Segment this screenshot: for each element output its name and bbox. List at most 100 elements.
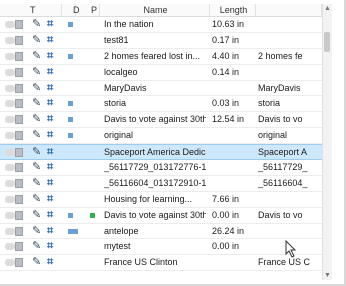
page-icon — [15, 83, 23, 93]
row-name: Davis to vote against 30th... — [104, 114, 206, 125]
row-length: 0.00 in — [212, 209, 240, 220]
row-length: 0.17 in — [212, 34, 240, 45]
row-type-icons: ✎ ⌗ — [3, 193, 63, 205]
col-header-p[interactable]: P — [76, 4, 100, 16]
col-header-length[interactable]: Length — [210, 4, 256, 16]
column-header: T D P Name Length — [0, 4, 330, 17]
row-length: 26.24 in — [212, 225, 245, 236]
vertical-scrollbar[interactable]: ▲ ▼ — [322, 4, 332, 280]
page-icon — [15, 35, 23, 45]
link-icon — [5, 36, 15, 44]
story-icon[interactable]: ✎ — [32, 82, 44, 94]
story-row[interactable]: ✎ ⌗ storia 0.03 in storia — [0, 96, 330, 113]
crop-icon[interactable]: ⌗ — [47, 209, 57, 221]
row-name: _56117729_013172776-1 — [104, 162, 206, 173]
link-icon — [5, 68, 15, 76]
story-icon[interactable]: ✎ — [32, 19, 44, 30]
story-row[interactable]: ✎⌗ Spaceport America Dedication Spaceport … — [0, 144, 330, 161]
crop-icon[interactable]: ⌗ — [47, 66, 57, 78]
crop-icon[interactable]: ⌗ — [47, 114, 57, 125]
link-icon — [5, 21, 15, 28]
page-icon — [15, 51, 23, 61]
col-header-name[interactable]: Name — [100, 4, 210, 16]
crop-icon[interactable]: ⌗ — [47, 177, 57, 189]
scroll-down-icon[interactable]: ▼ — [324, 272, 331, 279]
col-header-type[interactable]: T — [0, 4, 62, 16]
story-row[interactable]: ✎ ⌗ Davis to vote against 30th... 12.54 in D… — [0, 112, 330, 129]
link-icon — [5, 100, 15, 108]
story-row[interactable]: ✎ ⌗ 2 homes feared lost in... 4.40 in 2 home… — [0, 49, 330, 65]
scroll-thumb[interactable] — [324, 32, 330, 52]
story-row[interactable]: ✎ ⌗ _56117729_013172776-1 _56117729_ — [0, 160, 330, 176]
row-type-icons: ✎ ⌗ — [3, 241, 63, 252]
story-icon[interactable]: ✎ — [32, 162, 44, 173]
row-length — [212, 255, 258, 270]
row-name: storia — [104, 98, 127, 109]
col-header-d[interactable]: D — [62, 4, 80, 16]
crop-icon[interactable]: ⌗ — [47, 147, 57, 158]
story-icon[interactable]: ✎ — [32, 241, 44, 252]
crop-icon[interactable]: ⌗ — [47, 50, 57, 62]
row-extra: 2 homes fe — [258, 50, 303, 61]
page-icon — [15, 131, 23, 141]
story-row[interactable]: ✎ ⌗ antelope 26.24 in — [0, 224, 330, 240]
page-icon — [15, 99, 23, 109]
row-type-icons: ✎ ⌗ — [3, 130, 63, 141]
page-icon — [15, 163, 23, 173]
story-row[interactable]: ✎ ⌗ MaryDavis MaryDavis — [0, 81, 330, 97]
story-row[interactable]: ✎ ⌗ mytest 0.00 in — [0, 239, 330, 256]
story-icon[interactable]: ✎ — [32, 257, 44, 268]
story-row[interactable]: ✎ ⌗ original original — [0, 128, 330, 145]
crop-icon[interactable]: ⌗ — [47, 19, 57, 30]
row-name: _56116604_013172910-1 — [104, 177, 206, 188]
crop-icon[interactable]: ⌗ — [47, 162, 57, 173]
story-row[interactable]: ✎ ⌗ In the nation 10.63 in — [0, 17, 330, 33]
story-icon[interactable]: ✎ — [32, 225, 44, 237]
row-type-icons: ✎ ⌗ — [3, 66, 63, 78]
crop-icon[interactable]: ⌗ — [47, 82, 57, 94]
link-icon — [5, 84, 15, 92]
row-extra — [258, 192, 324, 207]
page-icon — [15, 148, 23, 158]
crop-icon[interactable]: ⌗ — [47, 34, 57, 46]
row-type-icons: ✎ ⌗ — [3, 209, 63, 221]
story-icon[interactable]: ✎ — [32, 130, 44, 141]
crop-icon[interactable]: ⌗ — [47, 130, 57, 141]
story-icon[interactable]: ✎ — [32, 98, 44, 109]
d-marker-icon — [68, 53, 73, 59]
row-length — [212, 160, 258, 175]
story-row[interactable]: ✎ ⌗ _56116604_013172910-1 _56116604_ — [0, 176, 330, 192]
scroll-up-icon[interactable]: ▲ — [324, 5, 331, 12]
row-extra: _56117729_ — [258, 162, 308, 173]
d-marker-icon — [73, 228, 78, 234]
story-row[interactable]: ✎ ⌗ localgeo 0.14 in — [0, 65, 330, 81]
story-row[interactable]: ✎ ⌗ Housing for learning... 7.66 in — [0, 192, 330, 208]
col-header-extra[interactable] — [256, 4, 322, 16]
crop-icon[interactable]: ⌗ — [47, 98, 57, 109]
crop-icon[interactable]: ⌗ — [47, 241, 57, 252]
story-icon[interactable]: ✎ — [32, 34, 44, 46]
row-extra: original — [258, 130, 288, 141]
row-type-icons: ✎ ⌗ — [3, 19, 63, 30]
story-icon[interactable]: ✎ — [32, 209, 44, 221]
row-name: original — [104, 130, 134, 141]
page-icon — [15, 258, 23, 268]
story-icon[interactable]: ✎ — [32, 66, 44, 78]
story-icon[interactable]: ✎ — [32, 177, 44, 189]
d-marker-icon — [68, 101, 73, 107]
story-row[interactable]: ✎ ⌗ Davis to vote against 30th... 0.00 in Da… — [0, 208, 330, 224]
crop-icon[interactable]: ⌗ — [47, 225, 57, 237]
page-icon — [15, 178, 23, 188]
crop-icon[interactable]: ⌗ — [47, 193, 57, 205]
row-name: localgeo — [104, 66, 138, 77]
crop-icon[interactable]: ⌗ — [47, 257, 57, 268]
d-marker-icon — [68, 133, 73, 139]
story-icon[interactable]: ✎ — [32, 147, 44, 158]
d-marker-icon — [68, 117, 73, 123]
story-row[interactable]: ✎ ⌗ France US Clinton France US C — [0, 255, 330, 272]
row-type-icons: ✎ ⌗ — [3, 82, 63, 94]
story-icon[interactable]: ✎ — [32, 193, 44, 205]
story-icon[interactable]: ✎ — [32, 50, 44, 62]
story-row[interactable]: ✎ ⌗ test81 0.17 in — [0, 33, 330, 49]
story-icon[interactable]: ✎ — [32, 114, 44, 125]
